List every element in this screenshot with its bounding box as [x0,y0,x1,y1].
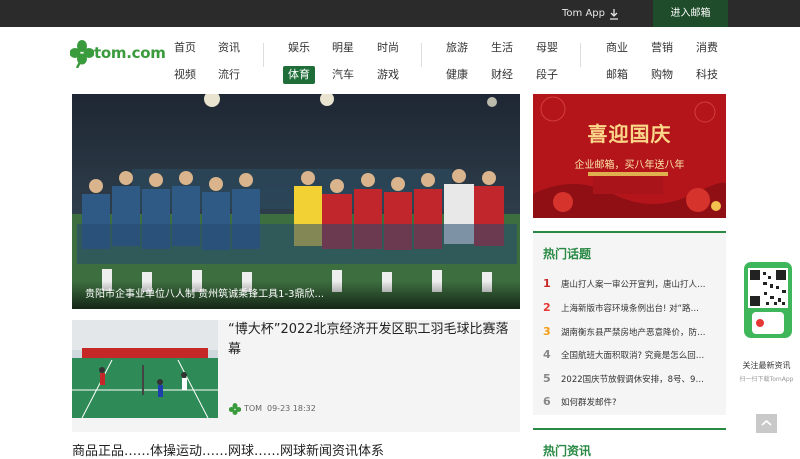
hot-topic-item[interactable]: 4 全国航班大面积取消? 究竟是怎么回… [543,347,719,363]
top-bar: Tom App 进入邮箱 [0,0,800,27]
nav-video[interactable]: 视频 [174,66,196,84]
nav-marketing[interactable]: 营销 [651,39,673,57]
nav-entertainment[interactable]: 娱乐 [288,39,310,57]
rank-number: 3 [543,325,551,338]
hot-topic-item[interactable]: 5 2022国庆节放假调休安排，8号、9… [543,371,719,387]
nav-divider [580,43,581,67]
nav-parenting[interactable]: 母婴 [536,39,558,57]
nav-news[interactable]: 资讯 [218,39,240,57]
hot-topics-title: 热门话题 [543,247,592,261]
hot-news-title: 热门资讯 [543,444,592,458]
banner-title: 喜迎国庆 [587,122,672,146]
clover-icon [70,40,94,68]
hot-topic-item[interactable]: 1 唐山打人案一审公开宣判，唐山打人… [543,276,719,292]
nav-auto[interactable]: 汽车 [332,66,354,84]
hot-topic-item[interactable]: 2 上海新版市容环境条例出台! 对“路… [543,300,719,316]
nav-travel[interactable]: 旅游 [446,39,468,57]
tom-app-link[interactable]: Tom App [562,0,605,27]
badminton-photo [72,320,218,418]
hot-topic-text[interactable]: 唐山打人案一审公开宣判，唐山打人… [561,280,706,290]
rank-number: 6 [543,395,551,408]
nav-games[interactable]: 游戏 [377,66,399,84]
news-thumbnail[interactable] [72,320,218,418]
hot-topics-panel: 热门话题 1 唐山打人案一审公开宣判，唐山打人… 2 上海新版市容环境条例出台! 对… [533,231,726,415]
nav-fashion[interactable]: 时尚 [377,39,399,57]
nav-consumer[interactable]: 消费 [696,39,718,57]
hot-topic-text[interactable]: 上海新版市容环境条例出台! 对“路… [561,304,699,314]
nav-life[interactable]: 生活 [491,39,513,57]
hero-carousel[interactable]: 贵阳市企事业单位八人制 贵州筑诚乘锋工具1-3鼎欣... [72,94,520,309]
nav-sports[interactable]: 体育 [283,66,315,84]
nav-finance[interactable]: 财经 [491,66,513,84]
header: tom.com 首页 资讯 视频 流行 娱乐 明星 时尚 体育 汽车 游戏 旅游… [0,27,800,91]
nav-divider [421,43,422,67]
nav-shopping[interactable]: 购物 [651,66,673,84]
nav-jokes[interactable]: 段子 [536,66,558,84]
chevron-up-icon [761,419,772,426]
hot-topic-text[interactable]: 全国航班大面积取消? 究竟是怎么回… [561,351,704,361]
nav-tech[interactable]: 科技 [696,66,718,84]
back-to-top-button[interactable] [756,414,777,433]
rank-number: 4 [543,348,551,361]
rank-number: 2 [543,301,551,314]
team-photo [72,94,520,309]
hot-topic-text[interactable]: 如何群发邮件? [561,398,617,408]
hot-news-panel: 热门资讯 [533,428,726,458]
nav-health[interactable]: 健康 [446,66,468,84]
qr-code-widget[interactable] [742,262,796,342]
hot-topic-item[interactable]: 3 湖南衡东县严禁房地产恶意降价，防… [543,324,719,340]
tom-source-icon [229,403,241,415]
hot-topic-text[interactable]: 湖南衡东县严禁房地产恶意降价，防… [561,328,706,338]
download-icon[interactable] [608,8,620,20]
hero-caption[interactable]: 贵阳市企事业单位八人制 贵州筑诚乘锋工具1-3鼎欣... [72,281,520,309]
news-source: TOM [244,404,263,413]
national-day-banner[interactable]: 喜迎国庆 企业邮箱，买八年送八年 [533,94,726,218]
nav-business[interactable]: 商业 [606,39,628,57]
rank-number: 5 [543,372,551,385]
nav-divider [263,43,264,67]
banner-subtitle: 企业邮箱，买八年送八年 [574,160,685,171]
news-card[interactable]: “博大杯”2022北京经济开发区职工羽毛球比赛落幕 TOM 09-23 18:3… [72,320,520,432]
nav-home[interactable]: 首页 [174,39,196,57]
qr-sublabel: 扫一扫下载TomApp [739,376,794,383]
tom-logo[interactable]: tom.com [70,40,166,70]
hot-topic-text[interactable]: 2022国庆节放假调休安排，8号、9… [561,375,704,385]
nav-popular[interactable]: 流行 [218,66,240,84]
news-time: 09-23 18:32 [267,404,316,413]
nav-stars[interactable]: 明星 [332,39,354,57]
qr-phone-graphic [744,262,792,338]
qr-label: 关注最新资讯 [742,361,791,370]
hot-topic-item[interactable]: 6 如何群发邮件? [543,394,719,410]
news-title[interactable]: “博大杯”2022北京经济开发区职工羽毛球比赛落幕 [228,320,513,360]
enter-mailbox-button[interactable]: 进入邮箱 [653,0,728,27]
logo-text: tom.com [94,44,166,62]
rank-number: 1 [543,277,551,290]
nav-mail[interactable]: 邮箱 [606,66,628,84]
